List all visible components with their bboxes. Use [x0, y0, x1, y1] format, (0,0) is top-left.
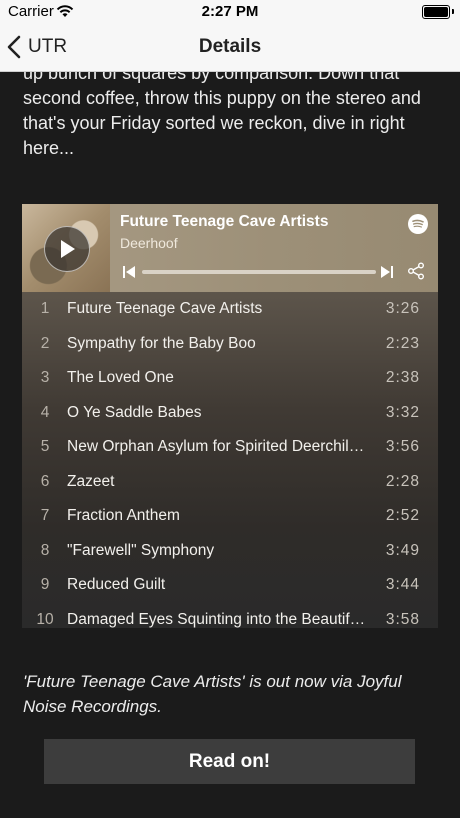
player-header: Future Teenage Cave Artists Deerhoof	[22, 204, 438, 292]
track-row[interactable]: 10 Damaged Eyes Squinting into the Beaut…	[22, 603, 438, 629]
track-duration: 2:23	[385, 334, 420, 352]
clock: 2:27 PM	[201, 3, 259, 20]
track-number: 2	[40, 334, 50, 352]
track-title: Reduced Guilt	[67, 576, 166, 593]
read-on-button[interactable]: Read on!	[44, 739, 415, 784]
spotify-icon	[412, 219, 424, 228]
track-title: "Farewell" Symphony	[67, 541, 215, 559]
track-duration: 3:49	[385, 541, 420, 559]
page-title: Details	[198, 36, 262, 57]
track-row[interactable]: 5 New Orphan Asylum for Spirited Deerchi…	[22, 430, 438, 465]
track-title: Zazeet	[67, 472, 115, 490]
spotify-logo-button[interactable]	[408, 214, 428, 234]
player-track-title: Future Teenage Cave Artists	[120, 213, 329, 230]
track-title: Fraction Anthem	[67, 507, 180, 524]
track-duration: 3:56	[385, 438, 420, 455]
track-number: 5	[40, 438, 50, 455]
track-number: 9	[40, 576, 50, 593]
track-title: New Orphan Asylum for Spirited Deerchild…	[67, 438, 372, 455]
track-row[interactable]: 6 Zazeet 2:28	[22, 465, 438, 500]
track-number: 10	[36, 610, 54, 628]
track-duration: 2:28	[385, 472, 420, 490]
play-button[interactable]	[44, 226, 90, 272]
status-bar: Carrier 2:27 PM	[0, 0, 460, 24]
article-content[interactable]: up bunch of squares by comparison. Down …	[0, 72, 460, 818]
track-number: 8	[40, 541, 50, 559]
track-row[interactable]: 4 O Ye Saddle Babes 3:32	[22, 396, 438, 431]
track-title: Future Teenage Cave Artists	[67, 300, 263, 317]
track-title: Sympathy for the Baby Boo	[67, 334, 256, 352]
track-row[interactable]: 9 Reduced Guilt 3:44	[22, 568, 438, 603]
skip-previous-icon[interactable]	[122, 265, 136, 279]
track-title: Damaged Eyes Squinting into the Beautifu…	[67, 610, 372, 628]
article-caption-text: 'Future Teenage Cave Artists' is out now…	[23, 672, 402, 716]
progress-bar[interactable]	[142, 270, 376, 274]
track-row[interactable]: 1 Future Teenage Cave Artists 3:26	[22, 292, 438, 327]
track-row[interactable]: 3 The Loved One 2:38	[22, 361, 438, 396]
track-row[interactable]: 2 Sympathy for the Baby Boo 2:23	[22, 327, 438, 362]
track-number: 6	[40, 472, 50, 490]
track-number: 7	[40, 507, 50, 524]
article-intro-text: up bunch of squares by comparison. Down …	[23, 72, 421, 158]
player-artist[interactable]: Deerhoof	[120, 235, 178, 251]
track-duration: 2:52	[385, 507, 420, 524]
track-list[interactable]: 1 Future Teenage Cave Artists 3:26 2 Sym…	[22, 292, 438, 628]
track-title: O Ye Saddle Babes	[67, 403, 202, 421]
skip-next-icon[interactable]	[380, 265, 394, 279]
spotify-embed-player: Future Teenage Cave Artists Deerhoof 1 F…	[22, 204, 438, 628]
track-duration: 2:38	[385, 369, 420, 386]
battery-icon	[422, 5, 450, 19]
track-duration: 3:32	[385, 403, 420, 421]
track-duration: 3:26	[385, 300, 420, 317]
share-icon[interactable]	[407, 262, 425, 280]
track-row[interactable]: 7 Fraction Anthem 2:52	[22, 499, 438, 534]
track-number: 4	[40, 403, 50, 421]
track-number: 3	[40, 369, 50, 386]
play-icon	[61, 240, 75, 258]
track-number: 1	[40, 300, 50, 317]
navigation-bar: UTR Details	[0, 24, 460, 72]
track-title: The Loved One	[67, 369, 174, 386]
track-duration: 3:58	[385, 610, 420, 628]
track-duration: 3:44	[385, 576, 420, 593]
track-row[interactable]: 8 "Farewell" Symphony 3:49	[22, 534, 438, 569]
